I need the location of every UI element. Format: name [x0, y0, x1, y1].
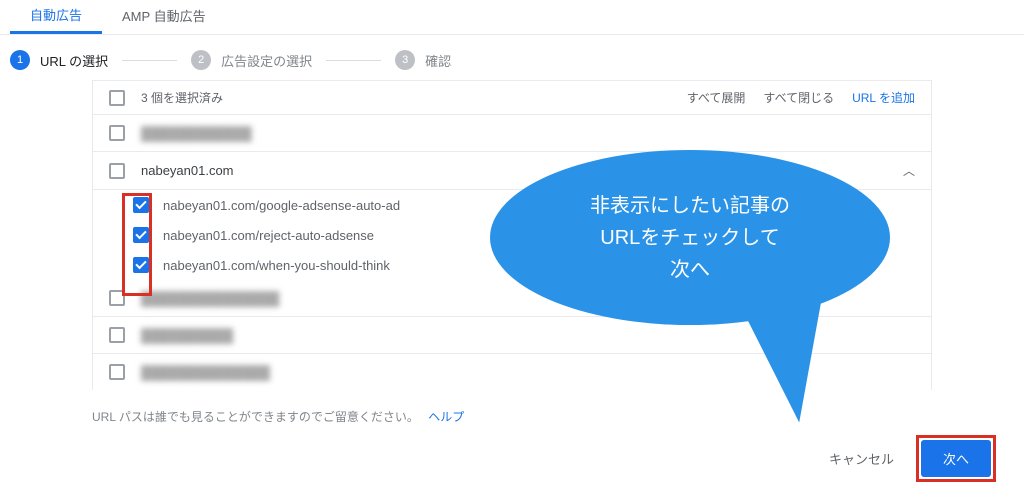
- step-divider: [326, 60, 381, 61]
- footer-note-text: URL パスは誰でも見ることができますのでご留意ください。: [92, 410, 419, 424]
- url-subrow[interactable]: nabeyan01.com/when-you-should-think: [93, 250, 931, 280]
- url-label: ████████████: [141, 126, 915, 141]
- row-checkbox[interactable]: [109, 364, 125, 380]
- url-row[interactable]: ██████████: [93, 317, 931, 354]
- url-row[interactable]: nabeyan01.com ︿: [93, 152, 931, 190]
- url-path: nabeyan01.com/when-you-should-think: [163, 258, 390, 273]
- expand-all-button[interactable]: すべて展開: [687, 89, 746, 106]
- step-1-label: URL の選択: [40, 51, 108, 70]
- next-button[interactable]: 次へ: [921, 440, 991, 477]
- row-checkbox[interactable]: [109, 163, 125, 179]
- step-2-circle: 2: [191, 50, 211, 70]
- step-1-circle: 1: [10, 50, 30, 70]
- row-checkbox[interactable]: [109, 290, 125, 306]
- url-label: ██████████: [141, 328, 915, 343]
- url-subrow[interactable]: nabeyan01.com/google-adsense-auto-ad: [93, 190, 931, 220]
- url-subrow[interactable]: nabeyan01.com/reject-auto-adsense: [93, 220, 931, 250]
- step-2-label: 広告設定の選択: [221, 51, 312, 70]
- step-3: 3 確認: [395, 50, 451, 70]
- url-label: ██████████████: [141, 365, 915, 380]
- url-row[interactable]: ███████████████: [93, 280, 931, 317]
- subrow-checkbox[interactable]: [133, 227, 149, 243]
- subrow-checkbox[interactable]: [133, 197, 149, 213]
- subrow-checkbox[interactable]: [133, 257, 149, 273]
- row-checkbox[interactable]: [109, 125, 125, 141]
- selected-count: 3 個を選択済み: [141, 89, 223, 106]
- footer-note: URL パスは誰でも見ることができますのでご留意ください。 ヘルプ: [92, 402, 932, 431]
- url-row[interactable]: ████████████: [93, 115, 931, 152]
- url-label: ███████████████: [141, 291, 915, 306]
- step-divider: [122, 60, 177, 61]
- select-all-checkbox[interactable]: [109, 90, 125, 106]
- step-3-label: 確認: [425, 51, 451, 70]
- row-checkbox[interactable]: [109, 327, 125, 343]
- tab-amp-auto-ads[interactable]: AMP 自動広告: [102, 0, 226, 34]
- cancel-button[interactable]: キャンセル: [825, 441, 898, 476]
- step-3-circle: 3: [395, 50, 415, 70]
- url-panel: 3 個を選択済み すべて展開 すべて閉じる URL を追加 ██████████…: [92, 80, 932, 390]
- tabs: 自動広告 AMP 自動広告: [0, 0, 1024, 35]
- url-row[interactable]: ██████████████: [93, 354, 931, 390]
- chevron-up-icon[interactable]: ︿: [903, 162, 915, 179]
- add-url-button[interactable]: URL を追加: [852, 89, 915, 106]
- footer-buttons: キャンセル 次へ: [825, 435, 996, 482]
- help-link[interactable]: ヘルプ: [428, 410, 464, 424]
- stepper: 1 URL の選択 2 広告設定の選択 3 確認: [0, 35, 1024, 82]
- step-2: 2 広告設定の選択: [191, 50, 312, 70]
- panel-header: 3 個を選択済み すべて展開 すべて閉じる URL を追加: [93, 81, 931, 115]
- url-path: nabeyan01.com/reject-auto-adsense: [163, 228, 374, 243]
- step-1: 1 URL の選択: [10, 50, 108, 70]
- tab-auto-ads[interactable]: 自動広告: [10, 0, 102, 34]
- collapse-all-button[interactable]: すべて閉じる: [763, 89, 834, 106]
- url-label: nabeyan01.com: [141, 163, 903, 178]
- url-path: nabeyan01.com/google-adsense-auto-ad: [163, 198, 400, 213]
- annotation-highlight-next: 次へ: [916, 435, 996, 482]
